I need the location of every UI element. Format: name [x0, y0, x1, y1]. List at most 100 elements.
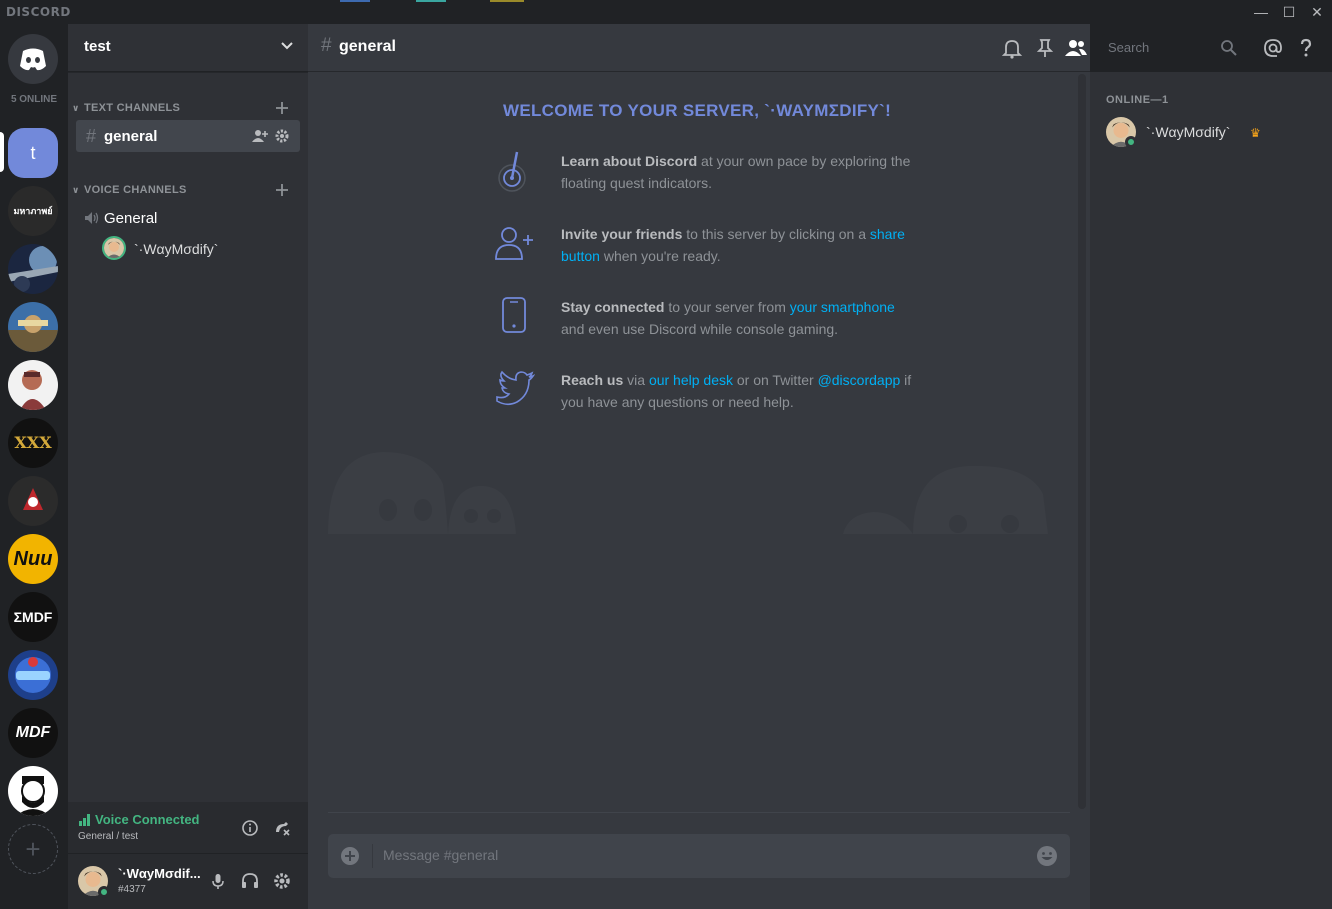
- mentions-icon[interactable]: [1261, 36, 1285, 60]
- help-desk-link[interactable]: our help desk: [649, 372, 733, 388]
- app-brand: DISCORD: [6, 5, 71, 19]
- server-header[interactable]: test: [68, 24, 308, 72]
- server-label: Nuu: [13, 547, 53, 570]
- collapse-arrow-icon: ∨: [72, 185, 80, 195]
- tip-body: and even use Discord while console gamin…: [561, 321, 839, 337]
- headphones-icon[interactable]: [240, 871, 260, 891]
- upload-plus-icon[interactable]: [340, 846, 360, 866]
- channel-title: general: [339, 38, 396, 55]
- quest-indicator-icon: [498, 151, 526, 192]
- info-icon[interactable]: [240, 818, 260, 838]
- message-composer[interactable]: Message #general: [328, 834, 1070, 878]
- tip-body: via: [623, 372, 649, 388]
- voice-channel-general[interactable]: General: [76, 202, 300, 234]
- server-list: 5 ONLINE t มหาภาพย์ XXX Nuu ƩMDF MDF +: [0, 24, 68, 909]
- category-voice-channels[interactable]: ∨ VOICE CHANNELS: [72, 184, 187, 196]
- help-icon[interactable]: [1294, 36, 1318, 60]
- emoji-picker-icon[interactable]: [1036, 845, 1058, 867]
- close-window-button[interactable]: ✕: [1304, 2, 1330, 22]
- server-emdf[interactable]: ƩMDF: [8, 592, 58, 642]
- avatar: [102, 236, 126, 260]
- member-name: `·WαyMσdify`: [1146, 124, 1231, 140]
- add-channel-icon[interactable]: [274, 182, 290, 198]
- channel-general[interactable]: # general: [76, 120, 300, 152]
- server-label: ƩMDF: [13, 609, 53, 625]
- member-item[interactable]: `·WαyMσdify` ♛: [1106, 117, 1326, 149]
- tip-learn: Learn about Discord at your own pace by …: [493, 150, 913, 200]
- blue-logo-icon: [8, 650, 58, 700]
- channel-header: # general Search: [308, 24, 1312, 72]
- minimize-button[interactable]: —: [1248, 2, 1274, 22]
- microphone-icon[interactable]: [208, 871, 228, 891]
- tip-text: Reach us via our help desk or on Twitter…: [561, 369, 921, 413]
- tip-text: Invite your friends to this server by cl…: [561, 223, 921, 267]
- gear-icon[interactable]: [274, 128, 290, 144]
- user-avatar-icon: [104, 238, 124, 258]
- category-text-channels[interactable]: ∨ TEXT CHANNELS: [72, 102, 180, 114]
- create-invite-icon[interactable]: [252, 128, 268, 144]
- voice-status[interactable]: Voice Connected: [95, 812, 200, 827]
- search-box[interactable]: Search: [1102, 34, 1244, 62]
- titlebar-decoration: [416, 0, 446, 2]
- member-group-title: ONLINE—1: [1106, 94, 1169, 106]
- speaker-icon: [85, 212, 99, 224]
- space-image-icon: [8, 244, 58, 294]
- member-list-icon[interactable]: [1064, 36, 1088, 60]
- window-titlebar: DISCORD — ☐ ✕: [0, 0, 1332, 24]
- server-pubg[interactable]: [8, 302, 58, 352]
- category-label: VOICE CHANNELS: [84, 184, 187, 196]
- online-status-dot: [98, 886, 110, 898]
- online-status-dot: [1125, 136, 1137, 148]
- smartphone-link[interactable]: your smartphone: [790, 299, 895, 315]
- pin-icon[interactable]: [1033, 36, 1057, 60]
- twitter-bird-icon: [496, 370, 535, 406]
- server-face[interactable]: [8, 766, 58, 816]
- tip-text: Stay connected to your server from your …: [561, 296, 921, 340]
- add-channel-icon[interactable]: [274, 100, 290, 116]
- message-input[interactable]: Message #general: [383, 847, 498, 863]
- hash-icon: #: [86, 126, 97, 146]
- maximize-button[interactable]: ☐: [1276, 2, 1302, 22]
- category-label: TEXT CHANNELS: [84, 102, 181, 114]
- voice-subtitle: General / test: [78, 831, 139, 842]
- server-test[interactable]: t: [8, 128, 58, 178]
- settings-gear-icon[interactable]: [272, 871, 292, 891]
- face-avatar-icon: [8, 766, 58, 816]
- server-blue-logo[interactable]: [8, 650, 58, 700]
- tip-contact: Reach us via our help desk or on Twitter…: [493, 369, 913, 419]
- tip-heading: Reach us: [561, 372, 624, 388]
- hash-icon: #: [321, 35, 332, 56]
- skull-logo-icon: [8, 476, 58, 526]
- chevron-down-icon: [281, 42, 293, 50]
- server-nuu[interactable]: Nuu: [8, 534, 58, 584]
- member-list: ONLINE—1 `·WαyMσdify` ♛: [1090, 72, 1332, 909]
- twitter-handle-link[interactable]: @discordapp: [818, 372, 901, 388]
- voice-user-name: `·WαyMσdify`: [134, 241, 219, 257]
- online-count: 5 ONLINE: [10, 94, 58, 105]
- home-button[interactable]: [8, 34, 58, 84]
- server-mdf[interactable]: MDF: [8, 708, 58, 758]
- tip-body: to this server by clicking on a: [682, 226, 870, 242]
- voice-user[interactable]: `·WαyMσdify`: [102, 236, 302, 262]
- character-image-icon: [8, 360, 58, 410]
- server-name: test: [84, 38, 111, 55]
- composer-separator: [372, 844, 373, 868]
- channel-name: general: [104, 128, 158, 145]
- add-server-button[interactable]: +: [8, 824, 58, 874]
- server-character[interactable]: [8, 360, 58, 410]
- username: `·WαyMσdif...: [118, 866, 201, 881]
- titlebar-decoration: [490, 0, 524, 2]
- chat-area: # general Search WELCOME TO YOUR SERVER,…: [308, 24, 1312, 909]
- tip-invite: Invite your friends to this server by cl…: [493, 223, 913, 273]
- server-thai[interactable]: มหาภาพย์: [8, 186, 58, 236]
- server-space[interactable]: [8, 244, 58, 294]
- discord-logo-icon: [20, 48, 46, 71]
- add-icon: +: [25, 833, 41, 864]
- tip-mobile: Stay connected to your server from your …: [493, 296, 913, 346]
- bell-icon[interactable]: [1000, 36, 1024, 60]
- server-triplex[interactable]: XXX: [8, 418, 58, 468]
- server-skull[interactable]: [8, 476, 58, 526]
- disconnect-icon[interactable]: [272, 818, 292, 838]
- svg-text:XXX: XXX: [14, 433, 52, 452]
- scrollbar[interactable]: [1078, 74, 1086, 809]
